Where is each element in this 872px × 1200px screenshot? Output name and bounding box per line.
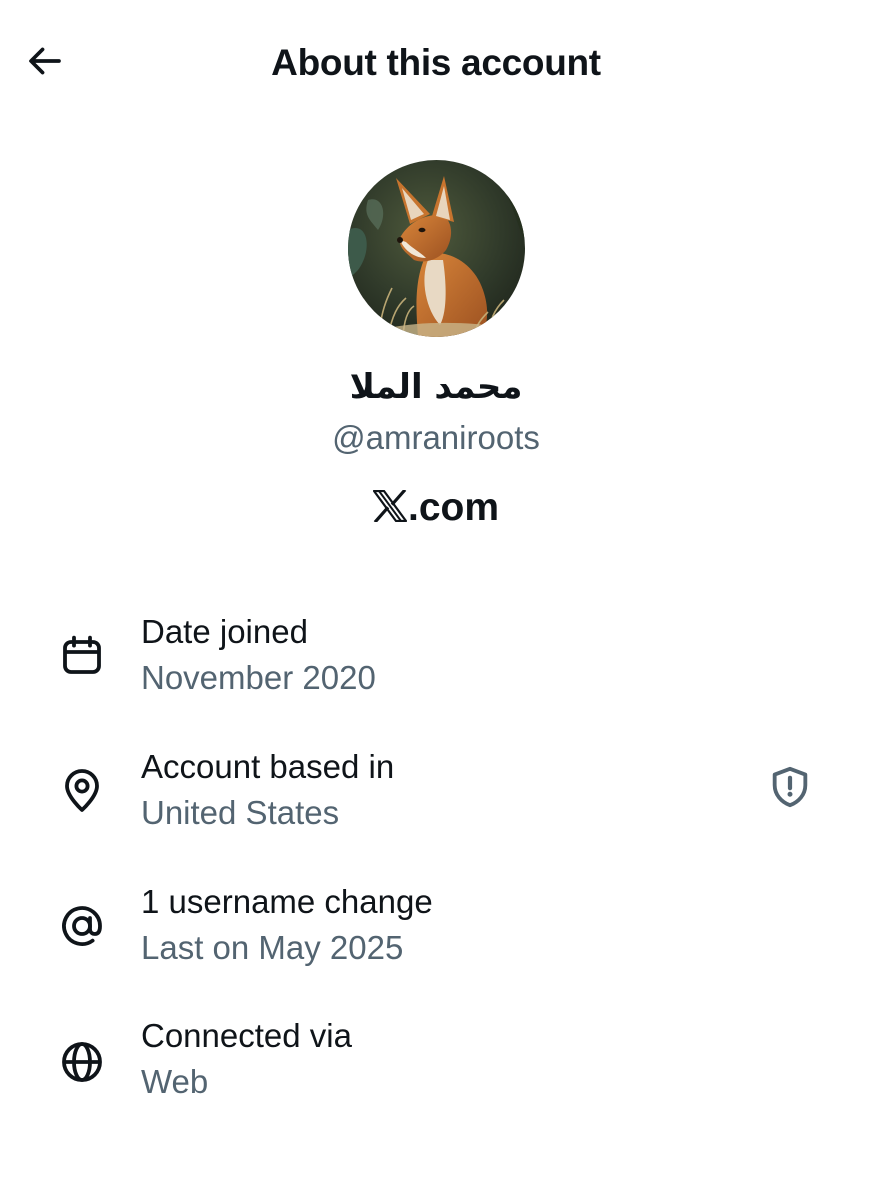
platform-domain: .com [407,486,500,529]
account-location-value: United States [141,794,340,831]
account-location-row: Account based in United States [0,745,872,855]
date-joined-row: Date joined November 2020 [0,610,872,720]
connected-via-value: Web [141,1063,209,1100]
shield-alert-button[interactable] [762,761,818,817]
username-handle: @amraniroots [332,419,540,456]
shield-alert-icon [767,764,813,815]
avatar[interactable] [348,160,525,337]
username-change-row: 1 username change Last on May 2025 [0,880,872,990]
username-change-value: Last on May 2025 [141,929,404,966]
username-change-label: 1 username change [141,883,433,920]
at-sign-icon [54,898,110,954]
connected-via-label: Connected via [141,1017,352,1054]
display-name: محمد الملا [349,367,523,407]
calendar-icon [54,628,110,684]
globe-icon [54,1034,110,1090]
about-account-page: About this account محمد الملا @amraniroo… [0,0,872,1200]
location-pin-icon [54,763,110,819]
x-logo-icon [372,488,408,527]
date-joined-label: Date joined [141,613,308,650]
account-location-label: Account based in [141,748,395,785]
platform-brand: .com [0,483,872,533]
page-title: About this account [271,42,601,83]
connected-via-row: Connected via Web [0,1014,872,1124]
date-joined-value: November 2020 [141,659,376,696]
